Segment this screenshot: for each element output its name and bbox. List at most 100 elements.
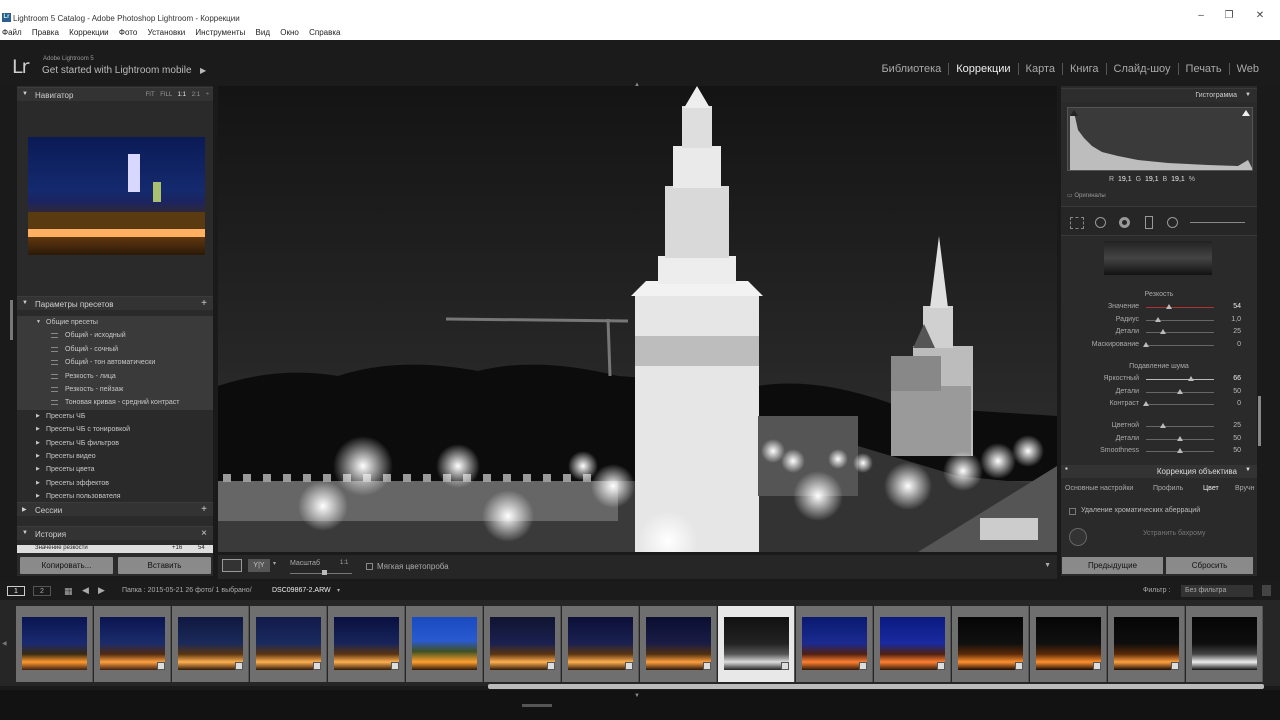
slider-value[interactable]: 0 <box>1237 400 1241 407</box>
shadow-clip-icon[interactable] <box>1070 110 1078 116</box>
preset-item[interactable]: Общий - исходный <box>17 329 213 343</box>
preset-folder[interactable]: ▶ Пресеты ЧБ фильтров <box>17 437 213 450</box>
zoom-slider-knob[interactable] <box>322 570 327 575</box>
preset-folder[interactable]: ▶ Пресеты ЧБ с тонировкой <box>17 423 213 436</box>
filmstrip-thumbnail[interactable] <box>796 606 873 682</box>
preset-item[interactable]: Резкость - пейзаж <box>17 382 213 397</box>
preset-item[interactable]: Общий - сочный <box>17 342 213 357</box>
crop-icon[interactable] <box>1070 217 1084 229</box>
preset-item[interactable]: Тоновая кривая - средний контраст <box>17 396 213 410</box>
play-arrow-icon[interactable]: ▶ <box>200 66 206 75</box>
filmstrip-thumbnail[interactable] <box>172 606 249 682</box>
add-session-icon[interactable]: + <box>201 504 207 515</box>
slider-value[interactable]: 50 <box>1233 388 1241 395</box>
zoom-1-1[interactable]: 1:1 <box>178 92 186 98</box>
preset-folder[interactable]: ▶ Пресеты эффектов <box>17 477 213 490</box>
preset-folder[interactable]: ▶ Пресеты ЧБ <box>17 410 213 423</box>
page-1-button[interactable]: 1 <box>7 586 25 596</box>
left-panel-handle[interactable] <box>10 300 13 340</box>
slider-knob[interactable] <box>1177 448 1183 454</box>
preset-folder[interactable]: ▼ Общие пресеты <box>17 316 213 330</box>
slider-knob[interactable] <box>1166 304 1173 309</box>
clear-history-icon[interactable]: × <box>201 528 207 539</box>
filmstrip-thumbnail[interactable] <box>952 606 1029 682</box>
identity-mobile-link[interactable]: Get started with Lightroom mobile <box>42 65 192 76</box>
filmstrip-scrollbar[interactable] <box>488 684 1264 689</box>
tab-lens-manual[interactable]: Вручн <box>1235 485 1255 492</box>
menu-view[interactable]: Вид <box>256 27 270 39</box>
filmstrip-thumbnail[interactable] <box>718 606 795 682</box>
filmstrip-thumbnail[interactable] <box>406 606 483 682</box>
slider-value[interactable]: 25 <box>1233 422 1241 429</box>
filmstrip-path[interactable]: Папка : 2015-05-21 26 фото/ 1 выбрано/ <box>122 587 252 594</box>
tab-lens-color[interactable]: Цвет <box>1203 485 1219 492</box>
filmstrip-filename[interactable]: DSC09867-2.ARW <box>272 587 331 594</box>
module-print[interactable]: Печать <box>1177 63 1229 75</box>
red-eye-icon[interactable] <box>1119 217 1130 228</box>
module-map[interactable]: Карта <box>1017 63 1062 75</box>
menu-tools[interactable]: Инструменты <box>195 27 245 39</box>
filmstrip-thumbnail[interactable] <box>328 606 405 682</box>
sessions-header[interactable]: ▶ Сессии + <box>17 502 213 516</box>
before-after-icon[interactable]: Y|Y <box>248 559 270 572</box>
menu-edit[interactable]: Правка <box>32 27 59 39</box>
preset-item[interactable]: Резкость - лица <box>17 369 213 383</box>
slider-knob[interactable] <box>1187 376 1194 381</box>
filmstrip-left-icon[interactable]: ◀ <box>2 640 7 647</box>
before-after-dropdown-icon[interactable]: ▾ <box>273 560 276 567</box>
close-icon[interactable]: ✕ <box>1250 10 1270 21</box>
slider-knob[interactable] <box>1160 329 1166 335</box>
slider-knob[interactable] <box>1143 342 1149 348</box>
filmstrip-thumbnail[interactable] <box>484 606 561 682</box>
slider-track[interactable] <box>1146 379 1214 380</box>
slider-value[interactable]: 25 <box>1233 328 1241 335</box>
navigator-header[interactable]: ▼ Навигатор FIT FILL 1:1 2:1 ÷ <box>17 87 213 101</box>
navigator-preview[interactable] <box>28 137 205 255</box>
history-header[interactable]: ▼ История × <box>17 526 213 540</box>
slider-knob[interactable] <box>1160 423 1166 428</box>
minimize-icon[interactable]: – <box>1191 10 1211 21</box>
module-book[interactable]: Книга <box>1061 63 1106 75</box>
filter-lock-icon[interactable] <box>1262 585 1271 596</box>
slider-value[interactable]: 54 <box>1233 303 1241 310</box>
slider-track[interactable] <box>1146 404 1214 406</box>
slider-track[interactable] <box>1146 426 1214 427</box>
photo-preview[interactable] <box>218 86 1057 552</box>
menu-settings[interactable]: Установки <box>148 27 186 39</box>
fringe-eyedropper-icon[interactable] <box>1069 528 1087 546</box>
spot-removal-icon[interactable] <box>1095 217 1106 228</box>
filmstrip-thumbnail[interactable] <box>250 606 327 682</box>
filmstrip-thumbnail[interactable] <box>640 606 717 682</box>
menu-file[interactable]: Файл <box>2 27 22 39</box>
loupe-view-icon[interactable] <box>222 559 242 572</box>
menu-window[interactable]: Окно <box>280 27 299 39</box>
filmstrip-thumbnail[interactable] <box>1108 606 1185 682</box>
ca-checkbox[interactable] <box>1069 508 1076 515</box>
back-arrow-icon[interactable]: ◀ <box>82 585 89 596</box>
tab-lens-basic[interactable]: Основные настройки <box>1065 485 1133 492</box>
add-preset-icon[interactable]: + <box>201 298 207 309</box>
lens-corrections-header[interactable]: ▪ Коррекция объектива ▼ <box>1061 464 1257 478</box>
copy-button[interactable]: Копировать... <box>20 557 113 574</box>
radial-filter-icon[interactable] <box>1167 217 1178 228</box>
menu-help[interactable]: Справка <box>309 27 340 39</box>
previous-button[interactable]: Предыдущие <box>1062 557 1163 574</box>
slider-value[interactable]: 50 <box>1233 435 1241 442</box>
reset-button[interactable]: Сбросить <box>1166 557 1253 574</box>
right-panel-scrollbar[interactable] <box>1258 396 1261 446</box>
slider-value[interactable]: 0 <box>1237 341 1241 348</box>
module-slideshow[interactable]: Слайд-шоу <box>1105 63 1178 75</box>
filmstrip-thumbnail[interactable] <box>562 606 639 682</box>
module-library[interactable]: Библиотека <box>874 63 948 75</box>
zoom-2-1[interactable]: 2:1 ÷ <box>192 92 209 98</box>
module-develop[interactable]: Коррекции <box>948 63 1017 75</box>
graduated-filter-icon[interactable] <box>1145 216 1153 229</box>
module-web[interactable]: Web <box>1228 63 1266 75</box>
slider-knob[interactable] <box>1154 316 1161 322</box>
zoom-fit[interactable]: FIT <box>146 92 155 98</box>
slider-value[interactable]: 1,0 <box>1231 316 1241 323</box>
slider-track[interactable] <box>1146 307 1214 308</box>
originals-toggle[interactable]: ▭ Оригиналы <box>1067 192 1106 199</box>
history-row[interactable]: Значение резкости +16 54 <box>17 545 213 553</box>
softproof-checkbox[interactable] <box>366 563 373 570</box>
